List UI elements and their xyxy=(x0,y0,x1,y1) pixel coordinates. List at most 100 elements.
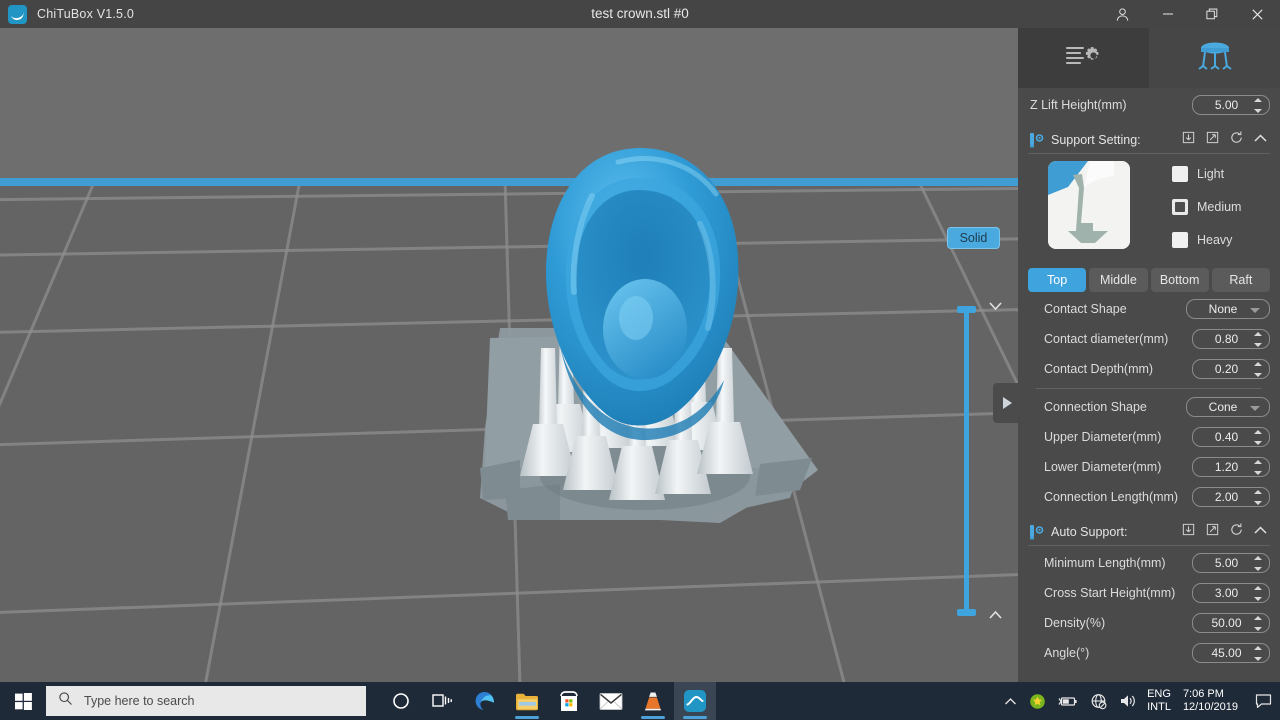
reset-icon[interactable] xyxy=(1229,522,1244,542)
checkbox-medium[interactable]: Medium xyxy=(1172,196,1270,218)
search-input[interactable]: Type here to search xyxy=(46,686,366,716)
tab-slice-settings[interactable] xyxy=(1018,28,1149,88)
clock-date: 12/10/2019 xyxy=(1182,701,1238,713)
close-icon[interactable] xyxy=(1235,0,1280,28)
chitubox-taskbar-icon[interactable] xyxy=(674,682,716,720)
support-preview-thumbnail xyxy=(1048,161,1130,249)
tab-top[interactable]: Top xyxy=(1028,268,1087,292)
task-view-icon[interactable] xyxy=(422,682,464,720)
file-explorer-icon[interactable] xyxy=(506,682,548,720)
export-icon[interactable] xyxy=(1205,522,1220,542)
network-no-internet-icon[interactable] xyxy=(1084,693,1113,710)
auto-support-actions xyxy=(1181,522,1270,542)
security-shield-icon[interactable] xyxy=(1023,693,1052,710)
field-upper-diameter: Upper Diameter(mm) 0.40 xyxy=(1028,423,1270,450)
contact-depth-input[interactable]: 0.20 xyxy=(1192,358,1270,379)
3d-viewport[interactable]: Solid xyxy=(0,28,1018,682)
stepper-arrows-icon[interactable] xyxy=(1254,459,1262,475)
stepper-arrows-icon[interactable] xyxy=(1254,645,1262,661)
field-lower-diameter: Lower Diameter(mm) 1.20 xyxy=(1028,453,1270,480)
angle-input[interactable]: 45.00 xyxy=(1192,642,1270,663)
section-header-auto-support: Auto Support: xyxy=(1028,519,1270,545)
microsoft-store-icon[interactable] xyxy=(548,682,590,720)
stepper-arrows-icon[interactable] xyxy=(1254,429,1262,445)
collapse-icon[interactable] xyxy=(1253,523,1268,541)
stepper-arrows-icon[interactable] xyxy=(1254,489,1262,505)
stepper-arrows-icon[interactable] xyxy=(1254,555,1262,571)
vlc-player-icon[interactable] xyxy=(632,682,674,720)
reset-icon[interactable] xyxy=(1229,130,1244,150)
support-preset-area: Light Medium Heavy xyxy=(1028,161,1270,262)
minimum-length-label: Minimum Length(mm) xyxy=(1044,555,1166,570)
language-indicator[interactable]: ENG INTL xyxy=(1143,688,1175,714)
user-account-icon[interactable] xyxy=(1100,0,1145,28)
density-input[interactable]: 50.00 xyxy=(1192,612,1270,633)
export-icon[interactable] xyxy=(1205,130,1220,150)
dental-crown-model[interactable] xyxy=(0,28,1018,682)
tab-middle[interactable]: Middle xyxy=(1089,268,1148,292)
auto-support-title: Auto Support: xyxy=(1051,525,1128,539)
restore-window-icon[interactable] xyxy=(1190,0,1235,28)
lower-diameter-label: Lower Diameter(mm) xyxy=(1044,459,1162,474)
slider-handle-top[interactable] xyxy=(957,306,976,313)
connection-shape-select[interactable]: Cone xyxy=(1186,396,1270,417)
density-label: Density(%) xyxy=(1044,615,1106,630)
field-density: Density(%) 50.00 xyxy=(1028,609,1270,636)
import-icon[interactable] xyxy=(1181,130,1196,150)
contact-diameter-input[interactable]: 0.80 xyxy=(1192,328,1270,349)
checkbox-medium-label: Medium xyxy=(1197,200,1242,214)
panel-content: Z Lift Height(mm) 5.00 Support Setting: xyxy=(1018,91,1280,666)
z-clipping-slider[interactable] xyxy=(957,298,976,623)
stepper-arrows-icon[interactable] xyxy=(1254,585,1262,601)
connection-shape-label: Connection Shape xyxy=(1044,399,1147,414)
slider-handle-bottom[interactable] xyxy=(957,609,976,616)
language-line-2: INTL xyxy=(1147,701,1171,713)
taskbar-icons xyxy=(380,682,716,720)
system-tray: ENG INTL 7:06 PM 12/10/2019 xyxy=(998,682,1280,720)
stepper-arrows-icon[interactable] xyxy=(1254,97,1262,113)
tab-raft[interactable]: Raft xyxy=(1211,268,1270,292)
contact-diameter-label: Contact diameter(mm) xyxy=(1044,331,1169,346)
support-setting-title: Support Setting: xyxy=(1051,133,1141,147)
field-contact-diameter: Contact diameter(mm) 0.80 xyxy=(1028,325,1270,352)
stepper-arrows-icon[interactable] xyxy=(1254,615,1262,631)
stepper-arrows-icon[interactable] xyxy=(1254,331,1262,347)
render-mode-button[interactable]: Solid xyxy=(947,227,1000,249)
cortana-icon[interactable] xyxy=(380,682,422,720)
section-header-support-setting: Support Setting: xyxy=(1028,127,1270,153)
auto-support-icon xyxy=(1028,523,1046,541)
chevron-up-icon[interactable] xyxy=(988,608,1003,623)
checkbox-box-icon xyxy=(1172,166,1188,182)
battery-icon[interactable] xyxy=(1052,695,1084,708)
collapse-icon[interactable] xyxy=(1253,131,1268,149)
field-contact-shape: Contact Shape None xyxy=(1028,295,1270,322)
tab-bottom[interactable]: Bottom xyxy=(1150,268,1209,292)
checkbox-light[interactable]: Light xyxy=(1172,163,1270,185)
slider-track[interactable] xyxy=(964,310,969,615)
panel-expand-arrow-icon[interactable] xyxy=(993,383,1018,423)
windows-start-icon[interactable] xyxy=(0,682,46,720)
action-center-icon[interactable] xyxy=(1246,682,1280,720)
minimize-icon[interactable] xyxy=(1145,0,1190,28)
checkbox-heavy[interactable]: Heavy xyxy=(1172,229,1270,251)
upper-diameter-input[interactable]: 0.40 xyxy=(1192,426,1270,447)
clock[interactable]: 7:06 PM 12/10/2019 xyxy=(1175,688,1246,714)
lower-diameter-input[interactable]: 1.20 xyxy=(1192,456,1270,477)
edge-browser-icon[interactable] xyxy=(464,682,506,720)
stepper-arrows-icon[interactable] xyxy=(1254,361,1262,377)
z-lift-height-input[interactable]: 5.00 xyxy=(1192,94,1270,115)
contact-shape-select[interactable]: None xyxy=(1186,298,1270,319)
cross-start-height-input[interactable]: 3.00 xyxy=(1192,582,1270,603)
field-connection-length: Connection Length(mm) 2.00 xyxy=(1028,483,1270,510)
chevron-down-icon[interactable] xyxy=(1250,307,1260,313)
chevron-down-icon[interactable] xyxy=(988,299,1003,314)
chevron-down-icon[interactable] xyxy=(1250,405,1260,411)
tab-supports[interactable] xyxy=(1149,28,1280,88)
connection-length-input[interactable]: 2.00 xyxy=(1192,486,1270,507)
mail-icon[interactable] xyxy=(590,682,632,720)
minimum-length-input[interactable]: 5.00 xyxy=(1192,552,1270,573)
show-hidden-icons-chevron[interactable] xyxy=(998,697,1023,706)
volume-icon[interactable] xyxy=(1113,693,1143,709)
import-icon[interactable] xyxy=(1181,522,1196,542)
field-z-lift-height: Z Lift Height(mm) 5.00 xyxy=(1028,91,1270,118)
